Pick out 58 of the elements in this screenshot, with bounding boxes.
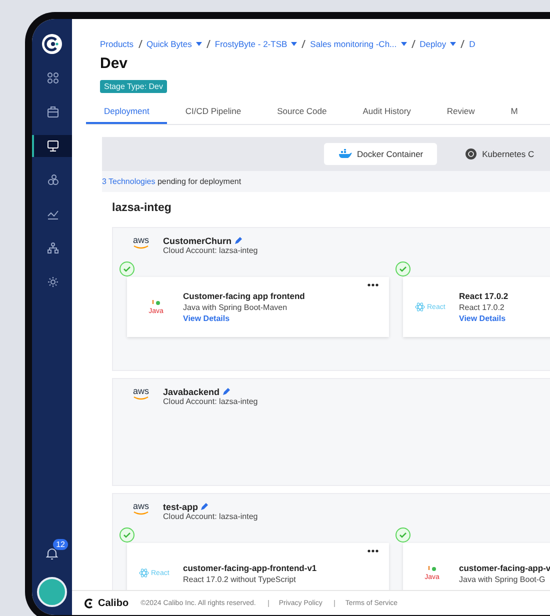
check-circle-icon	[119, 261, 135, 277]
app-logo[interactable]	[41, 33, 63, 55]
monitor-icon[interactable]	[32, 135, 72, 157]
tab[interactable]: M	[492, 100, 536, 124]
check-circle-icon	[395, 261, 411, 277]
view-details-link[interactable]: View Details	[459, 314, 508, 323]
breadcrumb-link[interactable]: Quick Bytes	[146, 39, 202, 49]
breadcrumb-link[interactable]: Products	[100, 39, 134, 49]
technology-description: React 17.0.2	[459, 303, 506, 312]
app-name: CustomerChurn	[163, 236, 232, 246]
cloud-account: Cloud Account: lazsa-integ	[163, 246, 258, 255]
technology-description: React 17.0.2 without TypeScript	[183, 574, 297, 584]
caret-icon	[291, 42, 298, 46]
deploy-target-button[interactable]: Docker Container	[324, 143, 438, 165]
technology-description: Java with Spring Boot-G	[459, 574, 546, 584]
tab[interactable]: Deployment	[86, 100, 168, 124]
technology-name: Customer-facing app frontend	[183, 291, 305, 301]
technology-description: Java with Spring Boot-Maven	[183, 303, 288, 312]
helm-wheel-icon	[465, 148, 478, 160]
tab[interactable]: CI/CD Pipeline	[167, 100, 260, 124]
brand-logo-icon	[84, 598, 95, 608]
pencil-icon[interactable]	[234, 237, 242, 245]
tab[interactable]: Review	[428, 100, 493, 124]
caret-icon	[450, 42, 456, 46]
cloud-account: Cloud Account: lazsa-integ	[163, 397, 258, 406]
more-icon[interactable]	[367, 283, 379, 287]
cloud-account: Cloud Account: lazsa-integ	[163, 512, 258, 521]
avatar[interactable]	[37, 577, 67, 607]
technology-name: customer-facing-app-frontend-v1	[183, 562, 317, 572]
check-circle-icon	[119, 527, 135, 543]
tab[interactable]: Audit History	[344, 100, 429, 124]
tab[interactable]: Source Code	[259, 100, 345, 124]
notification-count: 12	[53, 539, 68, 550]
environment-name: lazsa-integ	[112, 202, 172, 216]
breadcrumb-link[interactable]: Sales monitoring -Ch...	[310, 39, 407, 49]
bell-icon[interactable]	[46, 547, 58, 560]
pending-text: 3 Technologies pending for deployment	[102, 176, 242, 188]
whale-icon	[338, 149, 352, 159]
deploy-target-button[interactable]: Kubernetes C	[451, 142, 548, 166]
aws-logo: aws	[133, 502, 150, 515]
aws-logo: aws	[133, 387, 150, 400]
app-name: Javabackend	[163, 387, 220, 397]
view-details-link[interactable]: View Details	[183, 314, 305, 323]
aws-logo: aws	[133, 236, 150, 249]
more-icon[interactable]	[367, 549, 379, 553]
brand-name: Calibo	[98, 598, 129, 608]
page-title: Dev	[100, 55, 129, 72]
app-name: test-app	[163, 502, 198, 512]
breadcrumb-link[interactable]: Deploy	[420, 39, 456, 49]
pencil-icon[interactable]	[222, 388, 230, 396]
pencil-icon[interactable]	[200, 503, 208, 511]
breadcrumb-link[interactable]: FrostyByte - 2-TSB	[214, 39, 298, 49]
breadcrumb-link[interactable]: D	[469, 39, 476, 49]
technology-name: React 17.0.2	[459, 291, 508, 301]
caret-icon	[400, 42, 407, 46]
stage-type-tag: Stage Type: Dev	[100, 80, 167, 93]
check-circle-icon	[395, 527, 411, 543]
caret-icon	[196, 42, 202, 46]
